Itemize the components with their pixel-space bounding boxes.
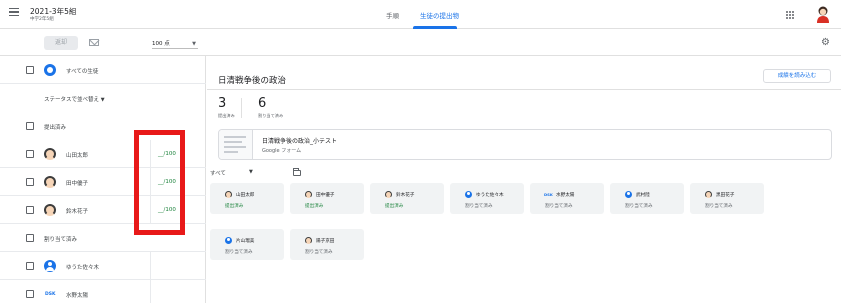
student-name: 山田太郎 (66, 153, 89, 159)
student-checkbox[interactable] (26, 290, 34, 298)
student-avatar (44, 176, 56, 188)
student-avatar-dsk: DSK (544, 192, 553, 197)
student-name: 鈴木花子 (66, 209, 89, 215)
import-grades-button[interactable]: 成績を読み込む (763, 69, 831, 83)
student-card[interactable]: 武村陸 割り当て済み (610, 183, 684, 214)
assigned-count: 6 (258, 96, 267, 111)
student-card[interactable]: 山田太郎 提出済み (210, 183, 284, 214)
student-avatar (705, 191, 712, 198)
card-status: 提出済み (225, 204, 244, 209)
sort-row[interactable]: ステータスで並べ替え ▼ (0, 84, 206, 112)
student-checkbox[interactable] (26, 150, 34, 158)
attachment-title: 日清戦争後の政治_小テスト (262, 138, 338, 145)
card-status: 提出済み (385, 204, 404, 209)
group-checkbox-submitted[interactable] (26, 122, 34, 130)
user-avatar[interactable] (815, 5, 831, 23)
student-card[interactable]: DSK 水野太陽 割り当て済み (530, 183, 604, 214)
student-avatar-dsk: DSK (45, 292, 56, 297)
card-status: 割り当て済み (545, 204, 573, 209)
card-student-name: 陽子京田 (316, 239, 335, 244)
points-select[interactable]: 100 点 ▼ (152, 39, 198, 49)
settings-icon[interactable]: ⚙ (821, 37, 830, 49)
student-name: 田中優子 (66, 181, 89, 187)
student-avatar (44, 260, 56, 272)
status-filter[interactable]: すべて ▼ (210, 169, 253, 177)
student-card[interactable]: ゆうた佐々木 割り当て済み (450, 183, 524, 214)
card-status: 割り当て済み (305, 250, 333, 255)
card-student-name: ゆうた佐々木 (476, 193, 504, 198)
student-name: 水野太陽 (66, 293, 89, 299)
class-subtitle: 中学2年5組 (30, 17, 54, 22)
student-avatar (44, 204, 56, 216)
student-avatar (465, 191, 472, 198)
student-avatar (44, 148, 56, 160)
assignment-overview: 日清戦争後の政治 成績を読み込む 3 提出済み 6 割り当て済み 日清戦争後の政… (207, 56, 841, 303)
card-student-name: 水野太陽 (556, 193, 575, 198)
card-status: 割り当て済み (225, 250, 253, 255)
all-students-row[interactable]: すべての生徒 (0, 56, 206, 84)
student-name: ゆうた佐々木 (66, 265, 100, 271)
student-card[interactable]: 陽子京田 割り当て済み (290, 229, 364, 260)
group-label-submitted: 提出済み (44, 125, 67, 131)
student-avatar (625, 191, 632, 198)
tab-student-work[interactable]: 生徒の提出物 (420, 10, 459, 20)
chevron-down-icon: ▼ (249, 169, 253, 175)
student-card[interactable]: 黒田花子 割り当て済み (690, 183, 764, 214)
student-card[interactable]: 田中優子 提出済み (290, 183, 364, 214)
tab-instructions[interactable]: 手順 (386, 10, 399, 20)
assigned-count-label: 割り当て済み (258, 113, 284, 118)
chevron-down-icon: ▼ (192, 41, 196, 47)
card-status: 提出済み (305, 204, 324, 209)
group-icon (44, 64, 56, 76)
card-student-name: 鈴木花子 (396, 193, 415, 198)
card-student-name: 田中優子 (316, 193, 335, 198)
return-button[interactable]: 返却 (44, 36, 78, 50)
menu-icon[interactable] (9, 8, 19, 17)
card-student-name: 武村陸 (636, 193, 650, 198)
points-value: 100 点 (152, 41, 170, 47)
select-all-checkbox[interactable] (26, 66, 34, 74)
student-row[interactable]: DSK 水野太陽 (0, 280, 206, 303)
assignment-title: 日清戦争後の政治 (218, 76, 287, 86)
card-status: 割り当て済み (465, 204, 493, 209)
student-avatar (305, 237, 312, 244)
folder-icon[interactable] (293, 168, 301, 176)
group-label-assigned: 割り当て済み (44, 237, 78, 243)
attachment-type: Google フォーム (262, 148, 302, 154)
stat-divider (241, 98, 242, 118)
sort-label: ステータスで並べ替え ▼ (44, 97, 105, 103)
mail-icon[interactable] (89, 39, 99, 46)
grading-toolbar: 返却 100 点 ▼ ⚙ (0, 29, 841, 56)
all-students-label: すべての生徒 (66, 69, 99, 75)
attachment-card[interactable]: 日清戦争後の政治_小テスト Google フォーム (218, 129, 832, 160)
top-app-bar: 2021-3年5組 中学2年5組 手順 生徒の提出物 (0, 0, 841, 29)
apps-icon[interactable] (786, 11, 794, 19)
divider (207, 89, 841, 90)
student-avatar (385, 191, 392, 198)
student-avatar (225, 237, 232, 244)
filter-label: すべて (210, 171, 226, 177)
student-row[interactable]: ゆうた佐々木 (0, 252, 206, 280)
card-status: 割り当て済み (705, 204, 733, 209)
student-card[interactable]: 鈴木花子 提出済み (370, 183, 444, 214)
submitted-count-label: 提出済み (218, 113, 235, 118)
submitted-count: 3 (218, 96, 227, 111)
card-status: 割り当て済み (625, 204, 653, 209)
card-student-name: 山田太郎 (236, 193, 255, 198)
card-student-name: 黒田花子 (716, 193, 735, 198)
student-checkbox[interactable] (26, 262, 34, 270)
card-student-name: 片山瑠美 (236, 239, 255, 244)
student-card[interactable]: 片山瑠美 割り当て済み (210, 229, 284, 260)
form-thumbnail (219, 130, 253, 159)
student-checkbox[interactable] (26, 178, 34, 186)
student-avatar (305, 191, 312, 198)
highlight-box (134, 130, 185, 235)
student-checkbox[interactable] (26, 206, 34, 214)
caret-down-icon: ▼ (100, 97, 105, 103)
group-checkbox-assigned[interactable] (26, 234, 34, 242)
student-avatar (225, 191, 232, 198)
